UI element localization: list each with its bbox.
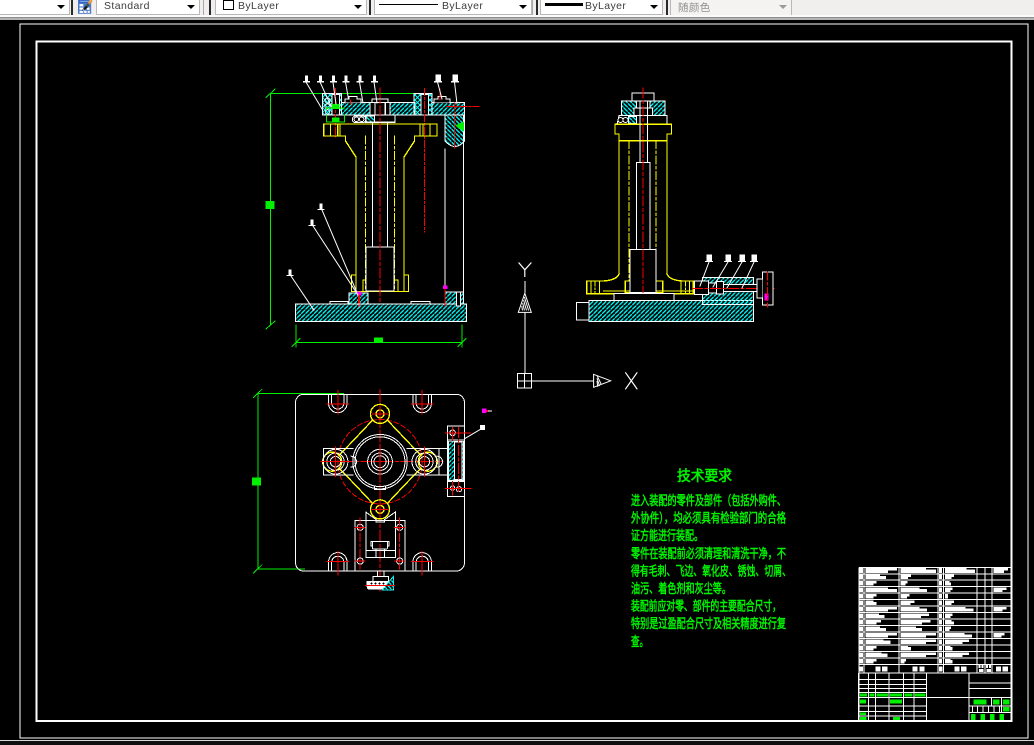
- svg-text:油污、着色剂和灰尘等。: 油污、着色剂和灰尘等。: [631, 581, 731, 596]
- color-combo-arrow-icon[interactable]: [350, 0, 365, 13]
- lineweight-value: ByLayer: [585, 0, 627, 12]
- svg-text:零件在装配前必须清理和清洗干净，不: 零件在装配前必须清理和清洗干净，不: [630, 546, 786, 561]
- svg-text:装配前应对零、部件的主要配合尺寸，: 装配前应对零、部件的主要配合尺寸，: [630, 599, 781, 614]
- toolbar-separator: [71, 0, 73, 15]
- toolbar-separator: [209, 0, 211, 15]
- toolbar-separator: [368, 0, 371, 15]
- lineweight-combo-arrow-icon[interactable]: [646, 0, 661, 13]
- toolbar-separator: [535, 0, 538, 15]
- toolbar-separator: [666, 0, 668, 15]
- statusbar-body: [0, 741, 1034, 745]
- table-style-icon[interactable]: [77, 0, 93, 15]
- svg-text:查。: 查。: [630, 634, 648, 649]
- window-border-light: [0, 18, 1034, 21]
- linetype-combo-arrow-icon[interactable]: [515, 0, 530, 13]
- tech-requirements-body: 进入装配的零件及部件（包括外购件、 外协件），均必须具有检验部门的合格 证方能进…: [630, 493, 791, 649]
- toolbar-separator: [532, 0, 533, 15]
- tech-requirements: 技术要求 进入装配的零件及部件（包括外购件、 外协件），均必须具有检验部门的合格…: [630, 467, 791, 649]
- svg-text:进入装配的零件及部件（包括外购件、: 进入装配的零件及部件（包括外购件、: [631, 493, 786, 508]
- linetype-value: ByLayer: [442, 0, 484, 12]
- color-swatch: [223, 0, 234, 10]
- linetype-combo[interactable]: ByLayer: [374, 0, 532, 15]
- plotstyle-value: 随颜色: [678, 1, 711, 14]
- leading-combo[interactable]: [0, 0, 70, 15]
- table-style-combo-arrow-icon[interactable]: [183, 0, 198, 13]
- table-style-combo[interactable]: Standard: [96, 0, 200, 15]
- toolbar-separator: [203, 0, 204, 15]
- tech-requirements-title: 技术要求: [677, 467, 732, 485]
- autocad-window: Y X 技术要求 进: [0, 0, 1034, 745]
- color-combo[interactable]: ByLayer: [215, 0, 367, 15]
- lineweight-sample: [545, 2, 583, 6]
- color-value: ByLayer: [238, 0, 280, 12]
- toolbar: Standard ByLayer ByLayer ByLayer 随颜色: [0, 0, 1034, 21]
- table-style-value: Standard: [104, 0, 150, 12]
- leading-combo-arrow-icon[interactable]: [53, 0, 68, 13]
- svg-text:证方能进行装配。: 证方能进行装配。: [631, 528, 703, 543]
- svg-text:特别是过盈配合尺寸及相关精度进行复: 特别是过盈配合尺寸及相关精度进行复: [631, 616, 787, 631]
- linetype-sample: [379, 3, 438, 5]
- plotstyle-combo-arrow-icon: [775, 0, 790, 13]
- svg-text:得有毛刺、飞边、氧化皮、锈蚀、切屑、: 得有毛刺、飞边、氧化皮、锈蚀、切屑、: [630, 563, 791, 578]
- drawing-canvas[interactable]: Y X 技术要求 进: [0, 0, 1034, 745]
- lineweight-combo[interactable]: ByLayer: [540, 0, 663, 15]
- svg-text:外协件），均必须具有检验部门的合格: 外协件），均必须具有检验部门的合格: [630, 511, 786, 526]
